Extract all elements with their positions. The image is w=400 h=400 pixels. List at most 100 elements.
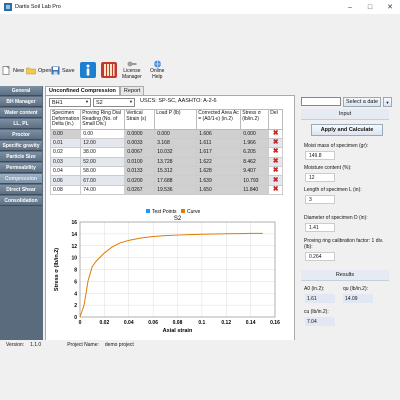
table-cell: 1.639: [196, 175, 242, 186]
table-cell[interactable]: 74.00: [80, 184, 126, 196]
table-cell[interactable]: 38.00: [80, 147, 126, 158]
ring-factor-label: Proving ring calibration factor: 1 div.(…: [304, 238, 384, 250]
table-cell: 10.793: [240, 175, 270, 186]
license-manager-button[interactable]: License Manager: [122, 60, 142, 80]
diameter-label: Diameter of specimen D (in):: [304, 215, 368, 221]
online-help-button[interactable]: Online Help: [150, 60, 164, 80]
qu-value: 14.09: [343, 294, 373, 303]
minimize-icon[interactable]: –: [340, 0, 360, 14]
tab-report[interactable]: Report: [119, 86, 145, 95]
sidebar-item-general[interactable]: General: [0, 86, 42, 96]
table-cell[interactable]: 0.00: [49, 128, 82, 139]
delete-row-icon[interactable]: ✖: [268, 137, 284, 149]
x-tick-label: 0.14: [246, 320, 256, 326]
table-cell: 0.0000: [124, 128, 156, 139]
y-tick-label: 4: [74, 291, 77, 297]
table-cell: 0.0067: [124, 147, 156, 158]
info-button[interactable]: [80, 62, 96, 78]
open-button[interactable]: Open: [26, 66, 51, 75]
book-icon: [101, 62, 117, 78]
table-cell[interactable]: 67.00: [80, 175, 126, 186]
delete-row-icon[interactable]: ✖: [268, 184, 284, 196]
sidebar-item-bh-manager[interactable]: BH Manager: [0, 97, 42, 107]
sidebar-item-consolidation[interactable]: Consolidation: [0, 196, 42, 206]
new-button[interactable]: New: [2, 66, 24, 75]
chevron-down-icon: ▼: [129, 99, 133, 104]
table-cell[interactable]: 0.06: [49, 175, 82, 186]
table-cell[interactable]: 0.03: [49, 156, 82, 168]
table-row: 0.03 52.00 0.0100 13.728 1.622 8.462 ✖: [49, 156, 284, 168]
table-cell: 1.617: [196, 147, 242, 158]
sample-value: S2: [96, 99, 103, 106]
col-header-deformation: Specimen Deformation Delta (in.): [49, 109, 82, 130]
col-header-load: Load P (lb): [154, 109, 198, 130]
delete-row-icon[interactable]: ✖: [268, 175, 284, 186]
col-header-delete: Del: [268, 109, 284, 130]
delete-row-icon[interactable]: ✖: [268, 147, 284, 158]
legend-marker-curve: [181, 209, 185, 213]
table-cell[interactable]: 0.08: [49, 184, 82, 196]
sidebar-item-water-content[interactable]: Water content: [0, 108, 42, 118]
sidebar-item-compression[interactable]: Compression: [0, 174, 42, 184]
close-icon[interactable]: ✕: [380, 0, 400, 14]
moisture-content-input[interactable]: 12: [305, 173, 335, 182]
tab-strip: Unconfined Compression Report: [45, 86, 145, 95]
table-cell: 0.000: [240, 128, 270, 139]
select-date-button[interactable]: Select a date: [343, 97, 381, 107]
table-cell[interactable]: 0.00: [80, 128, 126, 139]
sample-select[interactable]: S2 ▼: [93, 98, 135, 107]
moist-mass-input[interactable]: 149.8: [305, 151, 335, 160]
x-tick-label: 0: [79, 320, 82, 326]
date-field[interactable]: [301, 97, 341, 106]
help-label-line2: Help: [152, 74, 163, 80]
col-header-area: Corrected Area Ac = (A0/1-ε) (in.2): [196, 109, 242, 130]
table-cell[interactable]: 12.00: [80, 137, 126, 149]
version-value: 1.1.0: [30, 342, 42, 348]
table-cell: 3.168: [154, 137, 198, 149]
floppy-icon: [51, 66, 60, 75]
project-label: Project Name:: [67, 342, 99, 348]
ring-factor-input[interactable]: 0.264: [305, 252, 335, 261]
date-dropdown-icon[interactable]: ▼: [383, 97, 392, 107]
x-tick-label: 0.04: [124, 320, 134, 326]
delete-row-icon[interactable]: ✖: [268, 166, 284, 177]
license-key-icon: [127, 61, 137, 67]
table-cell: 13.728: [154, 156, 198, 168]
y-axis-label: Stress σ (lb/in.2): [54, 248, 60, 291]
save-button[interactable]: Save: [51, 66, 75, 75]
length-label: Length of specimen L (in):: [304, 187, 362, 193]
sidebar-item-permeability[interactable]: Permeability: [0, 163, 42, 173]
moist-mass-label: Moist mass of specimen (gr):: [304, 143, 369, 149]
library-button[interactable]: [101, 62, 117, 78]
delete-row-icon[interactable]: ✖: [268, 128, 284, 139]
table-cell[interactable]: 0.01: [49, 137, 82, 149]
sidebar-item-particle-size[interactable]: Particle Size: [0, 152, 42, 162]
sidebar-item-direct-shear[interactable]: Direct Shear: [0, 185, 42, 195]
borehole-select[interactable]: BH1 ▼: [49, 98, 91, 107]
y-tick-label: 16: [71, 220, 77, 226]
sidebar-item-ll-pl[interactable]: LL, PL: [0, 119, 42, 129]
tab-unconfined-compression[interactable]: Unconfined Compression: [45, 86, 120, 95]
delete-row-icon[interactable]: ✖: [268, 156, 284, 168]
legend-marker-test-points: [146, 209, 150, 213]
table-row: 0.02 38.00 0.0067 10.032 1.617 6.205 ✖: [49, 147, 284, 158]
table-cell: 8.462: [240, 156, 270, 168]
x-tick-label: 0.16: [270, 320, 280, 326]
diameter-input[interactable]: 1.41: [305, 223, 335, 232]
new-file-icon: [2, 66, 10, 75]
length-input[interactable]: 3: [305, 195, 335, 204]
chart-svg: S2Test Points Curve 0 0.02 0.04 0.06 0.08 0.1 0.…: [50, 206, 290, 340]
table-cell[interactable]: 58.00: [80, 166, 126, 177]
sidebar-item-specific-gravity[interactable]: Specific gravity: [0, 141, 42, 151]
table-cell: 11.840: [240, 184, 270, 196]
table-cell[interactable]: 0.04: [49, 166, 82, 177]
apply-calculate-button[interactable]: Apply and Calculate: [311, 124, 383, 136]
maximize-icon[interactable]: □: [360, 0, 380, 14]
x-tick-label: 0.08: [173, 320, 183, 326]
input-header: Input: [301, 109, 389, 120]
table-cell[interactable]: 52.00: [80, 156, 126, 168]
sidebar-item-proctor[interactable]: Proctor: [0, 130, 42, 140]
table-cell: 1.628: [196, 166, 242, 177]
table-cell[interactable]: 0.02: [49, 147, 82, 158]
table-cell: 1.611: [196, 137, 242, 149]
